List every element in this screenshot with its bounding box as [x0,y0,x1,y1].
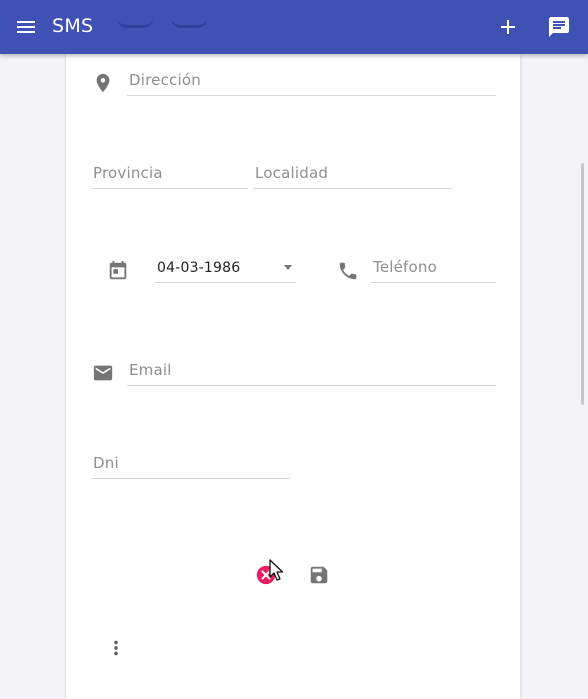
direccion-field[interactable]: Dirección [127,66,496,96]
more-vert-icon[interactable] [104,636,128,660]
dni-placeholder: Dni [93,454,119,472]
add-icon[interactable] [494,13,522,41]
save-icon [310,566,328,584]
localidad-field[interactable]: Localidad [253,159,452,189]
localidad-placeholder: Localidad [255,164,329,182]
fecha-nacimiento-select[interactable]: 04-03-1986 [155,253,296,283]
app-title: SMS [52,15,94,37]
phone-icon [336,259,360,283]
message-icon[interactable] [545,13,573,41]
form-card: Dirección Provincia Localidad 04-03-1986… [66,54,520,699]
menu-icon[interactable] [12,13,40,41]
location-pin-icon [91,71,115,95]
telefono-field[interactable]: Teléfono [371,253,496,283]
provincia-field[interactable]: Provincia [91,159,248,189]
calendar-icon[interactable] [106,259,130,283]
save-button[interactable] [307,563,331,587]
email-icon [91,361,115,385]
dni-field[interactable]: Dni [91,449,290,479]
fecha-nacimiento-value: 04-03-1986 [157,260,241,276]
app-bar-decoration [117,18,153,28]
telefono-placeholder: Teléfono [373,258,437,276]
email-field[interactable]: Email [127,356,496,386]
provincia-placeholder: Provincia [93,164,163,182]
scrollbar[interactable] [581,163,584,405]
mouse-cursor [269,559,285,583]
direccion-placeholder: Dirección [129,71,201,89]
app-bar: SMS [0,0,588,54]
chevron-down-icon [284,265,292,270]
app-bar-decoration [171,18,207,28]
email-placeholder: Email [129,361,172,379]
